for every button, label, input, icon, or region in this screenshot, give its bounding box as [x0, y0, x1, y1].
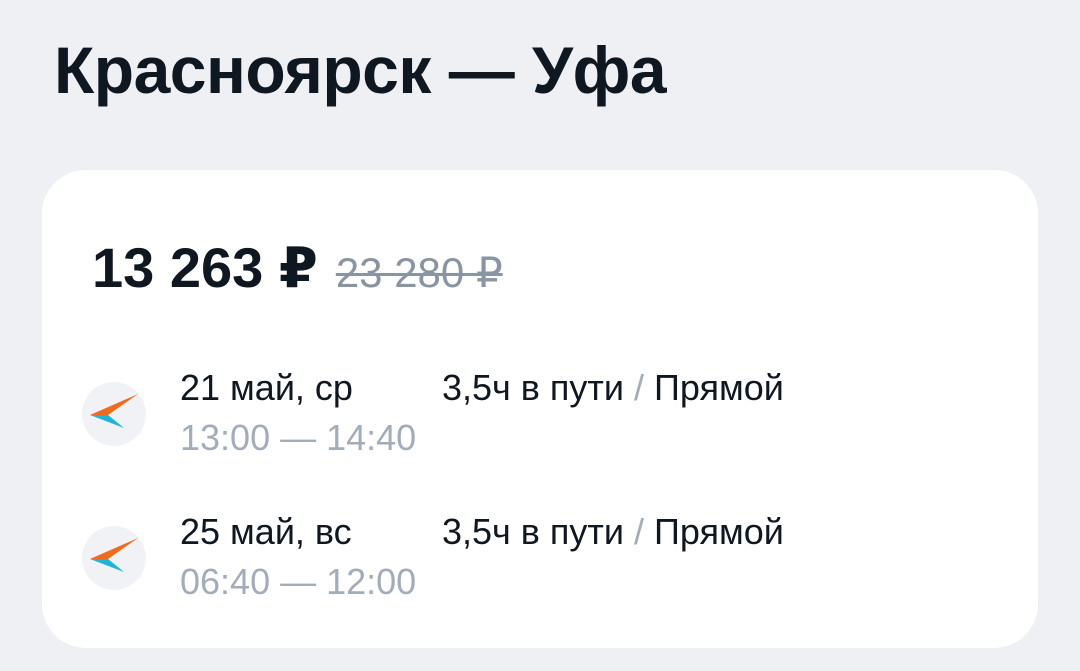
segment-duration: 3,5ч в пути: [442, 511, 625, 552]
flight-segment-outbound: 21 май, ср 13:00 — 14:40 3,5ч в пути / Пря…: [82, 366, 982, 466]
segment-info: 3,5ч в пути / Прямой: [442, 510, 784, 554]
segment-separator: /: [634, 367, 645, 408]
price-old: 23 280 ₽: [335, 249, 503, 296]
airline-logo-icon: [82, 526, 146, 590]
segment-time: 06:40 — 12:00: [180, 561, 417, 602]
segment-duration: 3,5ч в пути: [442, 367, 625, 408]
airline-logo-icon: [82, 382, 146, 446]
segment-date: 25 май, вс: [180, 511, 352, 552]
ticket-offer-card[interactable]: 13 263 ₽ 23 280 ₽ 21 май, ср 13:00 — 14:…: [42, 170, 1038, 648]
segment-separator: /: [634, 511, 645, 552]
segment-info: 3,5ч в пути / Прямой: [442, 366, 784, 410]
price-current: 13 263 ₽: [92, 236, 318, 299]
segment-date: 21 май, ср: [180, 367, 353, 408]
segment-type: Прямой: [654, 367, 784, 408]
segment-type: Прямой: [654, 511, 784, 552]
page-title: Красноярск — Уфа: [54, 33, 667, 107]
segment-time: 13:00 — 14:40: [180, 417, 417, 458]
flight-segment-return: 25 май, вс 06:40 — 12:00 3,5ч в пути / Пря…: [82, 510, 982, 610]
price-row: 13 263 ₽ 23 280 ₽: [92, 236, 503, 300]
